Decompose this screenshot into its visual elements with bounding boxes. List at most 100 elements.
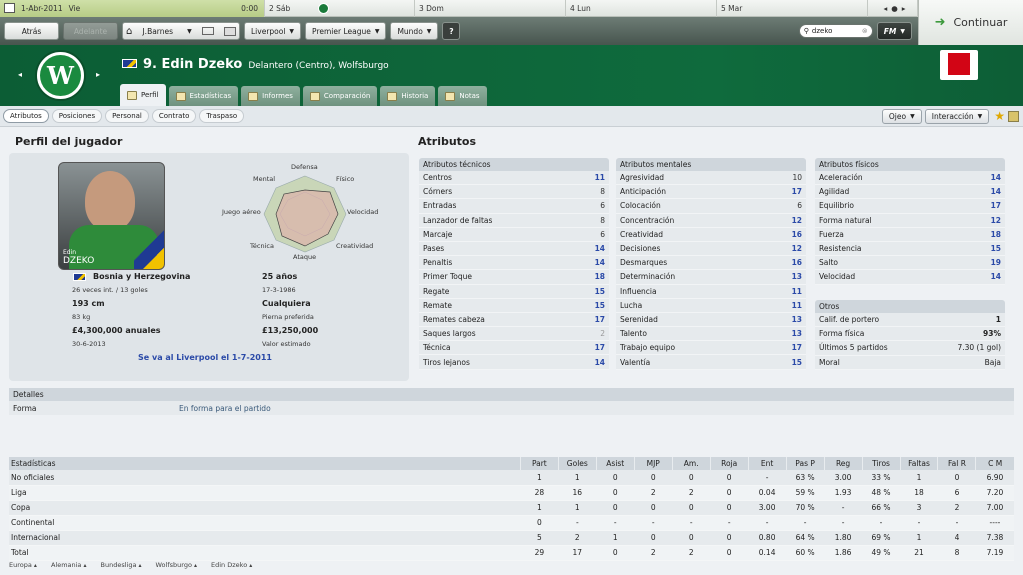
- subtab-positions[interactable]: Posiciones: [51, 109, 103, 123]
- other-row[interactable]: Moral Baja: [815, 355, 1005, 370]
- calendar-day-2[interactable]: 2 Sáb: [265, 0, 415, 17]
- stats-column-header[interactable]: Tiros: [861, 457, 901, 470]
- other-row[interactable]: Calif. de portero 1: [815, 313, 1005, 328]
- attribute-row[interactable]: Remate 15: [419, 298, 609, 313]
- calendar-day-5[interactable]: 5 Mar: [717, 0, 868, 17]
- stats-column-header[interactable]: Faltas: [899, 457, 938, 470]
- attribute-row[interactable]: Decisiones 12: [616, 241, 806, 257]
- stats-column-header[interactable]: Goles: [557, 457, 597, 470]
- breadcrumb-item[interactable]: Wolfsburgo ▴: [156, 561, 198, 569]
- other-row[interactable]: Forma física 93%: [815, 327, 1005, 342]
- transfer-note[interactable]: Se va al Liverpool el 1-7-2011: [138, 353, 272, 362]
- attribute-row[interactable]: Agilidad 14: [815, 185, 1005, 200]
- attribute-row[interactable]: Velocidad 14: [815, 270, 1005, 285]
- attribute-row[interactable]: Valentía 15: [616, 355, 806, 370]
- forward-button[interactable]: Adelante: [63, 22, 118, 40]
- nationality[interactable]: Bosnia y Herzegovina: [93, 272, 190, 281]
- stats-row[interactable]: Total 29 17 0 2 2 0 0.14 60 % 1.86 49 % 21 8 7.19: [9, 545, 1014, 561]
- other-row[interactable]: Últimos 5 partidos 7.30 (1 gol): [815, 341, 1005, 356]
- next-player-icon[interactable]: ▸: [96, 70, 100, 79]
- stats-row[interactable]: Copa 1 1 0 0 0 0 3.00 70 % -66 % 3 2 7.00: [9, 500, 1014, 516]
- clear-icon[interactable]: ⊗: [862, 27, 868, 35]
- prev-player-icon[interactable]: ◂: [18, 70, 22, 79]
- star-icon[interactable]: ★: [994, 109, 1005, 123]
- stats-column-header[interactable]: MJP: [633, 457, 673, 470]
- attribute-row[interactable]: Creatividad 16: [616, 227, 806, 242]
- attribute-row[interactable]: Resistencia 15: [815, 241, 1005, 257]
- subtab-transfer[interactable]: Traspaso: [199, 109, 245, 123]
- attribute-row[interactable]: Forma natural 12: [815, 213, 1005, 228]
- attribute-row[interactable]: Marcaje 6: [419, 227, 609, 242]
- tab-profile[interactable]: Perfil: [120, 84, 166, 106]
- breadcrumb-item[interactable]: Europa ▴: [9, 561, 37, 569]
- continue-button[interactable]: ➜ Continuar: [918, 0, 1023, 45]
- attribute-row[interactable]: Lucha 11: [616, 298, 806, 313]
- fm-menu[interactable]: FM ▼: [876, 22, 912, 40]
- screen-icon[interactable]: [224, 26, 236, 36]
- attribute-row[interactable]: Determinación 13: [616, 270, 806, 285]
- attribute-row[interactable]: Lanzador de faltas 8: [419, 213, 609, 228]
- attribute-row[interactable]: Trabajo equipo 17: [616, 341, 806, 356]
- tab-reports[interactable]: Informes: [241, 86, 300, 106]
- stats-row[interactable]: Internacional 5 2 1 0 0 0 0.80 64 % 1.80 69 % 1 4 7.3…: [9, 530, 1014, 546]
- attribute-row[interactable]: Talento 13: [616, 327, 806, 342]
- tab-history[interactable]: Historia: [380, 86, 436, 106]
- attribute-row[interactable]: Agresividad 10: [616, 171, 806, 186]
- attribute-row[interactable]: Pases 14: [419, 241, 609, 257]
- stats-column-header[interactable]: Reg: [823, 457, 863, 470]
- tab-stats[interactable]: Estadísticas: [168, 86, 239, 106]
- tab-notes[interactable]: Notas: [438, 86, 487, 106]
- back-button[interactable]: Atrás: [4, 22, 59, 40]
- stats-column-header[interactable]: Roja: [709, 457, 749, 470]
- stats-column-header[interactable]: Asist: [595, 457, 635, 470]
- league-menu[interactable]: Premier League ▼: [305, 22, 387, 40]
- attribute-row[interactable]: Centros 11: [419, 171, 609, 186]
- breadcrumb-item[interactable]: Edin Dzeko ▴: [211, 561, 252, 569]
- attribute-row[interactable]: Técnica 17: [419, 341, 609, 356]
- attribute-row[interactable]: Tiros lejanos 14: [419, 355, 609, 370]
- attribute-row[interactable]: Anticipación 17: [616, 185, 806, 200]
- scout-dropdown[interactable]: Ojeo ▼: [881, 108, 922, 124]
- attribute-row[interactable]: Fuerza 18: [815, 227, 1005, 242]
- attribute-row[interactable]: Regate 15: [419, 284, 609, 299]
- search-input[interactable]: ⚲ dzeko ⊗: [798, 24, 873, 38]
- home-icon[interactable]: ⌂: [126, 26, 132, 37]
- subtab-contract[interactable]: Contrato: [151, 109, 197, 123]
- help-button[interactable]: ?: [442, 22, 461, 40]
- attribute-row[interactable]: Salto 19: [815, 256, 1005, 271]
- attribute-row[interactable]: Serenidad 13: [616, 312, 806, 328]
- interaction-dropdown[interactable]: Interacción ▼: [924, 108, 990, 124]
- attribute-row[interactable]: Primer Toque 18: [419, 270, 609, 285]
- subtab-personal[interactable]: Personal: [105, 109, 149, 123]
- calendar-day-4[interactable]: 4 Lun: [566, 0, 717, 17]
- manager-menu[interactable]: ⌂ J.Barnes ▼: [122, 22, 240, 40]
- attribute-row[interactable]: Entradas 6: [419, 199, 609, 214]
- next-arrow-icon[interactable]: ▸: [902, 4, 906, 13]
- breadcrumb-item[interactable]: Bundesliga ▴: [101, 561, 142, 569]
- tab-comparison[interactable]: Comparación: [302, 86, 378, 106]
- attribute-row[interactable]: Equilibrio 17: [815, 199, 1005, 214]
- stats-row[interactable]: Liga 28 16 0 2 2 0 0.04 59 % 1.93 48 % 18 6 7.20: [9, 485, 1014, 501]
- attribute-row[interactable]: Colocación 6: [616, 199, 806, 214]
- stats-column-header[interactable]: C M: [975, 457, 1014, 470]
- stats-row[interactable]: Continental 0- - - - - - - - - - - ----: [9, 515, 1014, 531]
- attribute-row[interactable]: Penaltis 14: [419, 256, 609, 271]
- subtab-attributes[interactable]: Atributos: [3, 109, 49, 123]
- prev-arrow-icon[interactable]: ◂: [883, 4, 887, 13]
- attribute-row[interactable]: Influencia 11: [616, 284, 806, 299]
- stats-column-header[interactable]: Fal R: [937, 457, 976, 470]
- stats-column-header[interactable]: Estadísticas: [9, 457, 521, 470]
- stats-column-header[interactable]: Am.: [671, 457, 711, 470]
- stats-column-header[interactable]: Pas P: [785, 457, 825, 470]
- attribute-row[interactable]: Remates cabeza 17: [419, 312, 609, 328]
- attribute-row[interactable]: Córners 8: [419, 185, 609, 200]
- world-menu[interactable]: Mundo ▼: [390, 22, 439, 40]
- calendar-nav[interactable]: ◂ ● ▸: [868, 0, 918, 17]
- dot-icon[interactable]: ●: [891, 4, 898, 13]
- inbox-icon[interactable]: [201, 27, 214, 35]
- attribute-row[interactable]: Desmarques 16: [616, 256, 806, 271]
- attribute-row[interactable]: Concentración 12: [616, 213, 806, 228]
- shortlist-add-icon[interactable]: [1008, 110, 1019, 122]
- calendar-today[interactable]: 1-Abr-2011 Vie 0:00: [0, 0, 265, 17]
- stats-row[interactable]: No oficiales 1 1 0 0 0 0-63 % 3.00 33 % 1 0 6.90: [9, 470, 1014, 486]
